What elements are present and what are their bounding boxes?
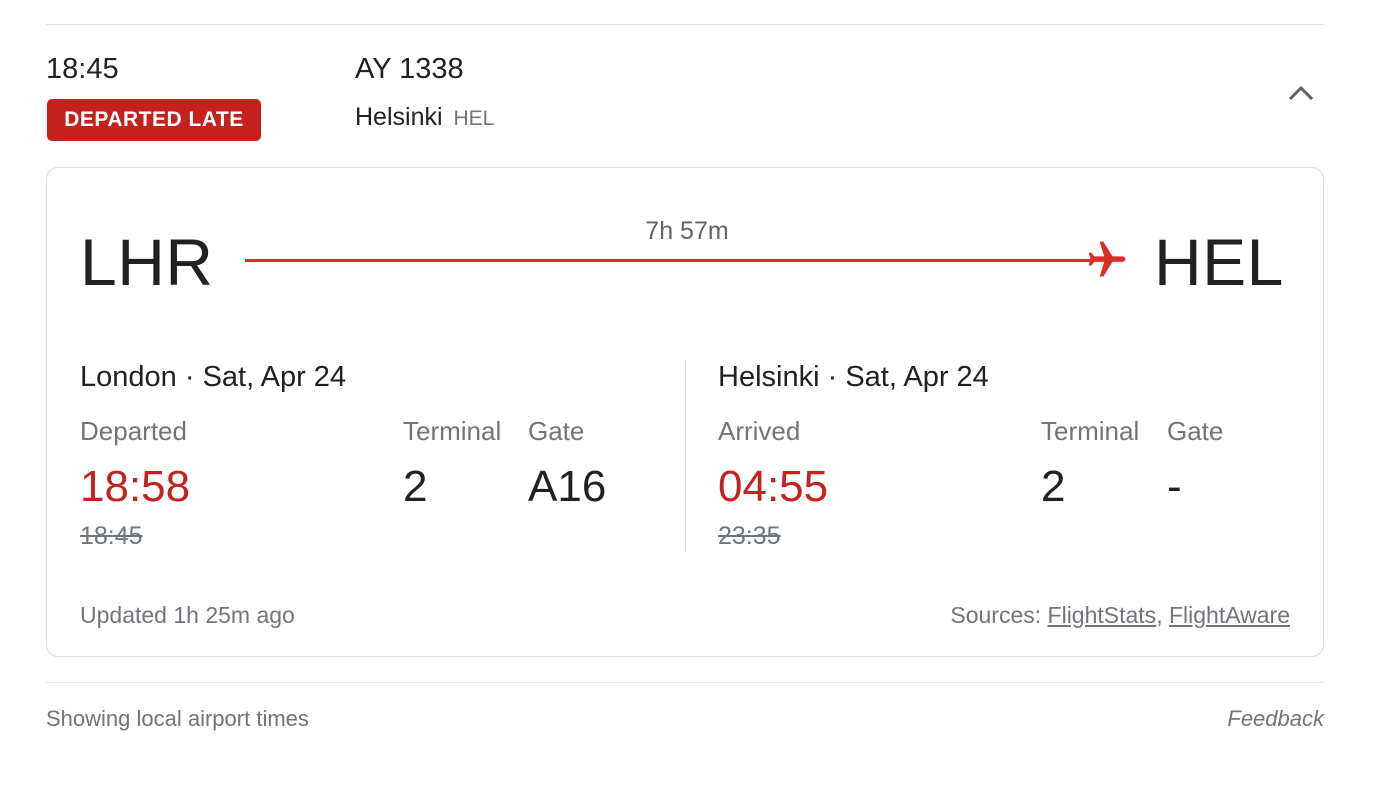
departure-city: London — [80, 361, 177, 393]
destination-summary: Helsinki HEL — [355, 101, 494, 135]
arrival-scheduled-time: 23:35 — [718, 522, 781, 550]
local-times-note: Showing local airport times — [46, 706, 309, 731]
sources: Sources: FlightStats, FlightAware — [950, 601, 1290, 629]
departure-terminal-label: Terminal — [403, 416, 502, 446]
source-link-flightaware[interactable]: FlightAware — [1169, 602, 1290, 628]
arrival-city: Helsinki — [718, 361, 820, 393]
top-divider — [46, 24, 1324, 25]
destination-airport-code-large: HEL — [1154, 225, 1284, 299]
arrival-gate: - — [1167, 462, 1182, 511]
source-link-flightstats[interactable]: FlightStats — [1048, 602, 1157, 628]
arrival-city-date: Helsinki · Sat, Apr 24 — [718, 359, 989, 395]
feedback-link[interactable]: Feedback — [1227, 705, 1324, 733]
route-line — [245, 259, 1095, 262]
flight-duration: 7h 57m — [645, 217, 729, 245]
arrival-gate-label: Gate — [1167, 416, 1224, 446]
arrival-terminal: 2 — [1041, 462, 1066, 511]
airplane-icon — [1088, 241, 1126, 277]
flight-details-card: LHR 7h 57m HEL London · Sat, Apr 24 Depa… — [46, 167, 1324, 657]
last-updated: Updated 1h 25m ago — [80, 602, 295, 628]
collapse-button[interactable] — [1282, 74, 1320, 112]
destination-airport-code: HEL — [453, 107, 495, 130]
origin-airport-code: LHR — [80, 225, 214, 299]
scheduled-departure-time: 18:45 — [46, 53, 119, 85]
arrival-status-label: Arrived — [718, 416, 801, 446]
bottom-divider — [46, 682, 1324, 683]
departure-scheduled-time: 18:45 — [80, 522, 143, 550]
arrival-terminal-label: Terminal — [1041, 416, 1140, 446]
column-divider — [685, 360, 686, 552]
departure-terminal: 2 — [403, 462, 428, 511]
departure-gate: A16 — [528, 462, 607, 511]
departure-gate-label: Gate — [528, 416, 585, 446]
chevron-up-icon — [1288, 85, 1314, 101]
departure-date: Sat, Apr 24 — [202, 361, 347, 393]
destination-city: Helsinki — [355, 103, 443, 131]
separator-dot: · — [184, 361, 195, 393]
arrival-actual-time: 04:55 — [718, 462, 829, 511]
flight-number: AY 1338 — [355, 53, 464, 85]
departure-city-date: London · Sat, Apr 24 — [80, 359, 346, 395]
departure-status-label: Departed — [80, 416, 187, 446]
departure-actual-time: 18:58 — [80, 462, 191, 511]
sources-label: Sources: — [950, 602, 1042, 628]
status-badge: DEPARTED LATE — [47, 99, 261, 141]
arrival-date: Sat, Apr 24 — [845, 361, 989, 393]
source-separator: , — [1156, 602, 1163, 628]
separator-dot: · — [827, 361, 838, 393]
